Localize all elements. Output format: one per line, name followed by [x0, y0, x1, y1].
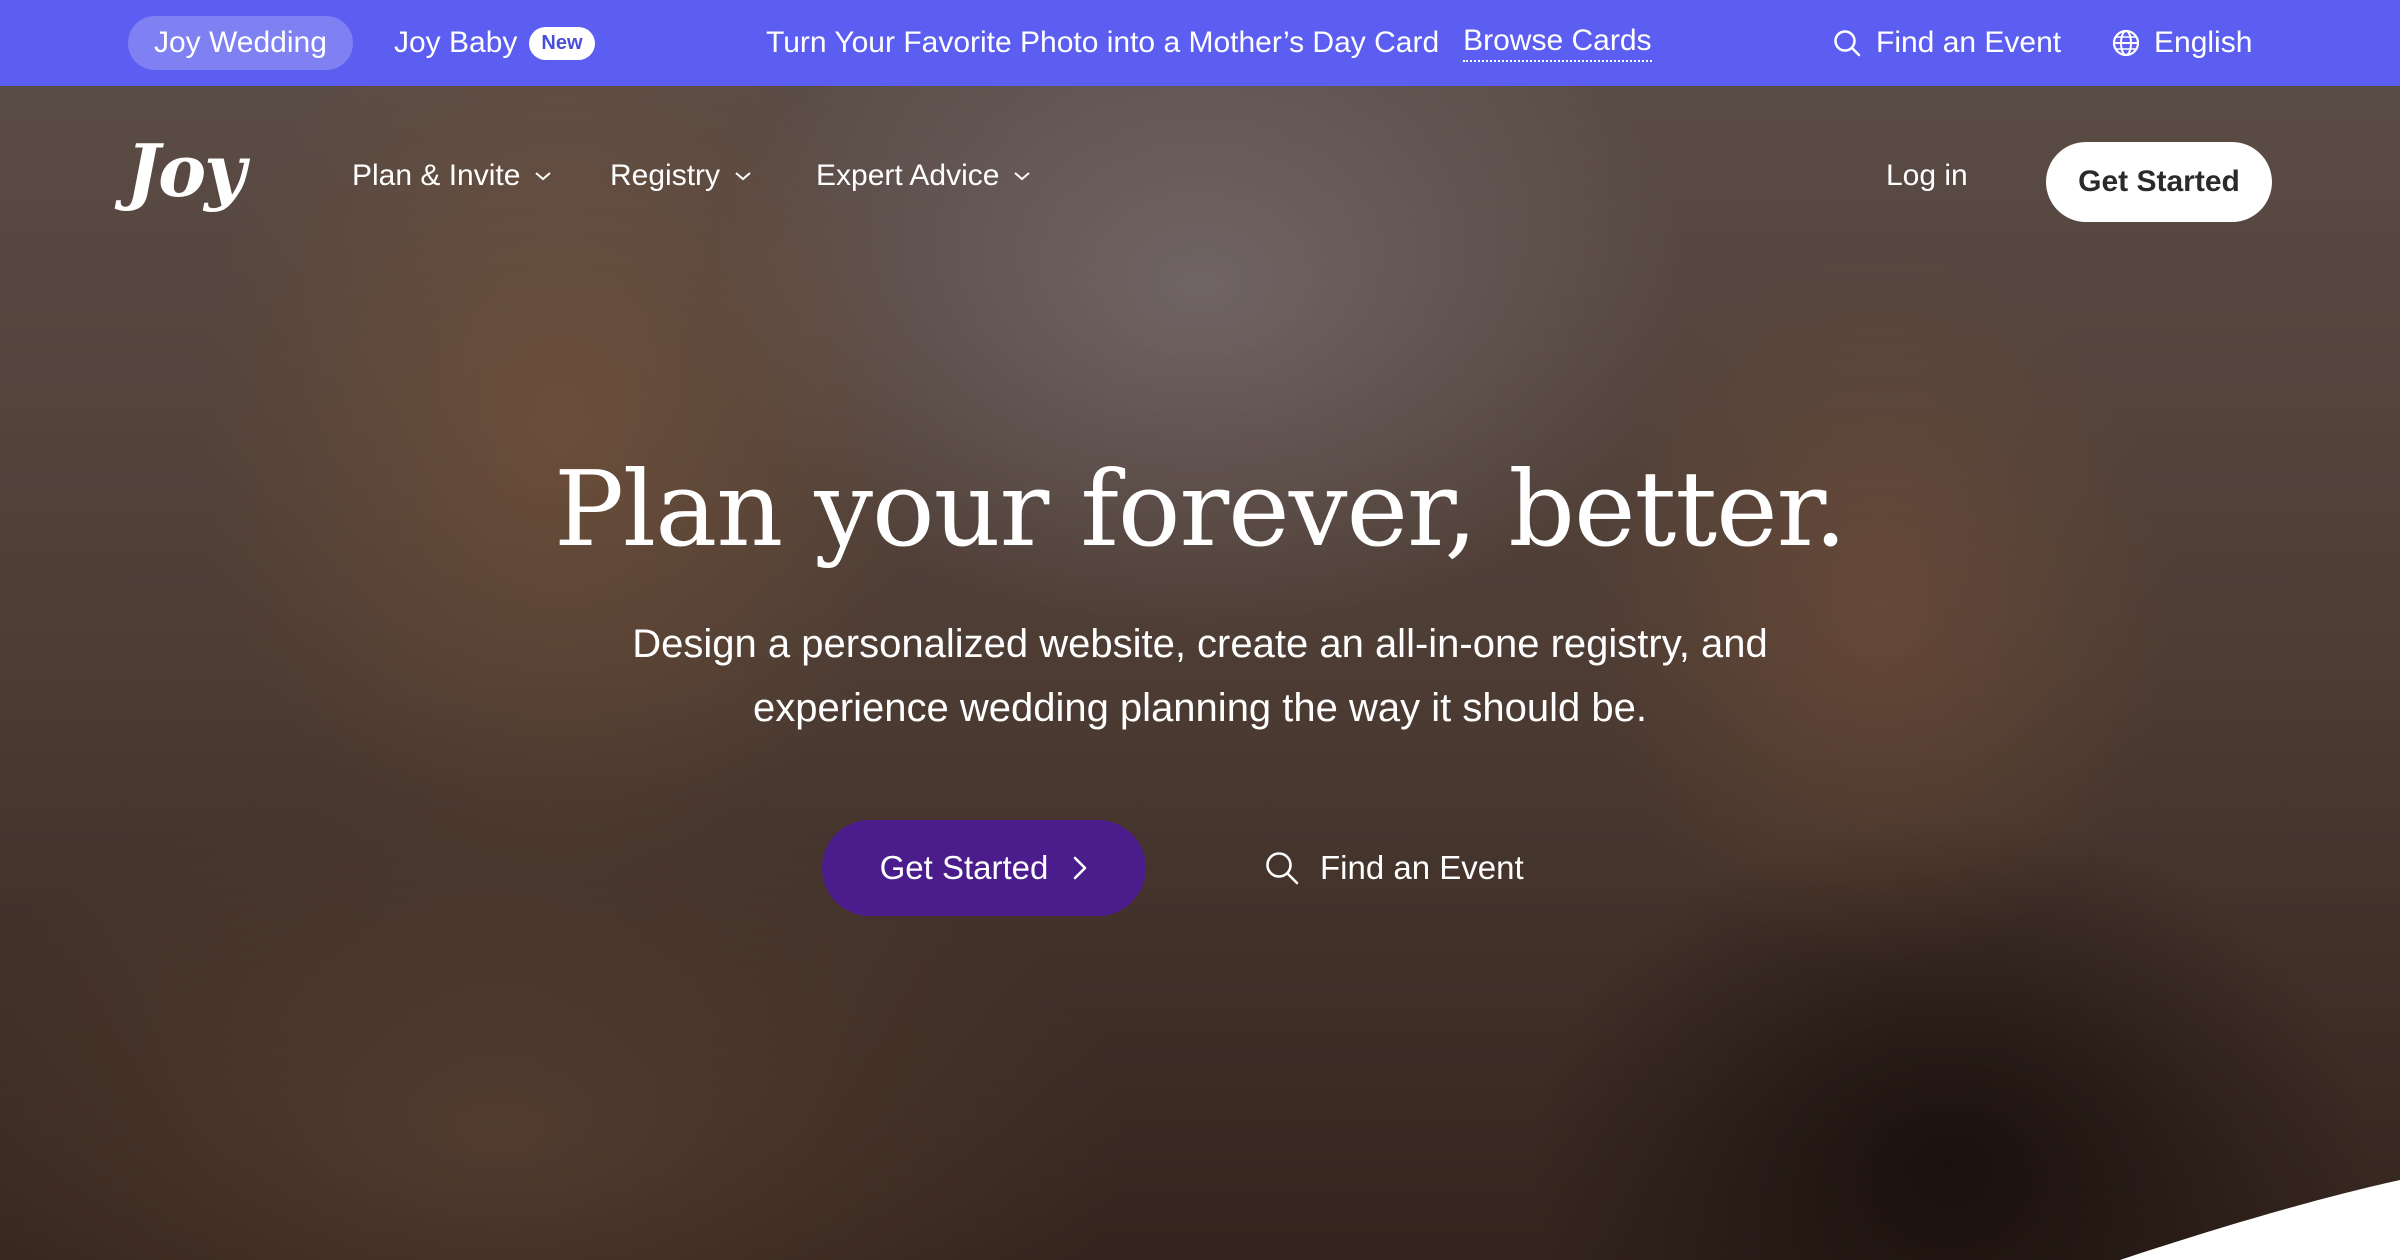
hero-headline: Plan your forever, better. — [553, 448, 1847, 570]
joy-wedding-tab[interactable]: Joy Wedding — [128, 16, 353, 70]
browse-cards-link[interactable]: Browse Cards — [1463, 24, 1652, 62]
hero-subtext: Design a personalized website, create an… — [632, 622, 1768, 730]
nav-expert-advice[interactable]: Expert Advice — [816, 156, 1031, 196]
chevron-down-icon — [535, 172, 552, 181]
hero-find-event-label: Find an Event — [1320, 849, 1524, 886]
promo-message: Turn Your Favorite Photo into a Mother’s… — [766, 16, 1652, 70]
language-selector[interactable]: English — [2112, 16, 2252, 70]
hero-get-started-label: Get Started — [879, 849, 1049, 886]
joy-logo[interactable]: Joy — [126, 128, 246, 213]
joy-wedding-label: Joy Wedding — [154, 26, 327, 59]
nav-registry-label: Registry — [610, 159, 721, 192]
login-link[interactable]: Log in — [1886, 156, 1968, 196]
topbar-find-event-link[interactable]: Find an Event — [1832, 16, 2061, 70]
chevron-down-icon — [1014, 172, 1031, 181]
section-curve-decoration — [2120, 1180, 2400, 1260]
nav-get-started-button[interactable]: Get Started — [2046, 142, 2272, 222]
nav-expert-advice-label: Expert Advice — [816, 159, 1000, 192]
nav-plan-invite-label: Plan & Invite — [352, 159, 521, 192]
main-nav: Joy Plan & Invite Registry Expert Advice… — [0, 86, 2400, 274]
joy-baby-tab[interactable]: Joy Baby New — [394, 16, 595, 70]
chevron-down-icon — [735, 172, 751, 181]
joy-baby-label: Joy Baby — [394, 26, 518, 59]
topbar-find-event-label: Find an Event — [1876, 26, 2062, 59]
chevron-right-icon — [1074, 856, 1087, 880]
nav-plan-invite[interactable]: Plan & Invite — [352, 156, 552, 196]
search-icon — [1266, 852, 1299, 885]
hero-get-started-button[interactable]: Get Started — [822, 820, 1146, 916]
nav-registry[interactable]: Registry — [610, 156, 752, 196]
search-icon — [1834, 30, 1861, 57]
promo-text: Turn Your Favorite Photo into a Mother’s… — [766, 26, 1440, 59]
globe-icon — [2112, 29, 2140, 57]
announcement-bar: Joy Wedding Joy Baby New Turn Your Favor… — [0, 0, 2400, 86]
hero-find-event-link[interactable]: Find an Event — [1264, 840, 1524, 896]
new-badge: New — [529, 26, 595, 60]
language-label: English — [2154, 26, 2253, 59]
